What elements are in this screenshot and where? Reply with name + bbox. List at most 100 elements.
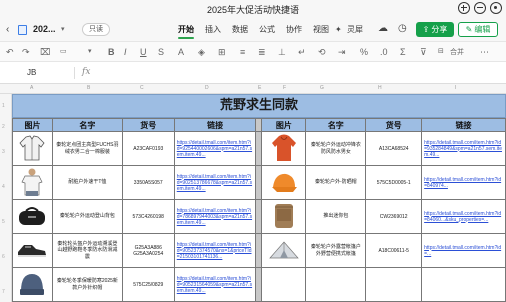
chevron-down-icon[interactable]: ▾ bbox=[61, 25, 65, 33]
sheet-banner-title[interactable]: 荒野求生同款 bbox=[12, 94, 506, 118]
product-code-cell[interactable]: A23CAF0193 bbox=[121, 131, 175, 166]
tab-collab[interactable]: 协作 bbox=[286, 24, 302, 39]
minimize-icon[interactable] bbox=[474, 2, 486, 14]
add-icon[interactable] bbox=[458, 2, 470, 14]
product-image-cell[interactable] bbox=[12, 165, 53, 200]
tab-home[interactable]: 开始 bbox=[178, 24, 194, 39]
row-1[interactable]: 1 bbox=[2, 103, 5, 109]
rotate-icon[interactable]: ⟲ bbox=[318, 47, 326, 58]
indent-icon[interactable]: ⇥ bbox=[338, 47, 346, 58]
product-image-cell[interactable] bbox=[12, 131, 53, 166]
bold-icon[interactable]: B bbox=[108, 47, 115, 57]
font-color-icon[interactable]: A bbox=[178, 47, 184, 57]
col-c[interactable]: C bbox=[140, 85, 144, 91]
row-5[interactable]: 5 bbox=[2, 219, 5, 225]
product-image-cell[interactable] bbox=[261, 267, 307, 302]
share-button[interactable]: ⇪ 分享 bbox=[416, 22, 454, 37]
wrap-icon[interactable]: ↵ bbox=[298, 47, 306, 58]
decimal-icon[interactable]: .0 bbox=[380, 47, 388, 57]
header-picture-left[interactable]: 图片 bbox=[12, 118, 53, 132]
header-name-left[interactable]: 名字 bbox=[51, 118, 123, 132]
product-code-cell[interactable] bbox=[365, 267, 423, 302]
merge-icon[interactable]: ⊟ bbox=[438, 47, 444, 55]
header-link-right[interactable]: 链接 bbox=[421, 118, 506, 132]
valign-icon[interactable]: ⊥ bbox=[278, 47, 286, 58]
format-painter-icon[interactable]: ⌧ bbox=[40, 47, 50, 58]
product-code-cell[interactable]: G25A3A886 G25A3A0254 bbox=[121, 233, 175, 268]
product-name-cell[interactable]: 耐脏户外速干T恤 bbox=[51, 165, 123, 200]
italic-icon[interactable]: I bbox=[124, 47, 127, 57]
col-a[interactable]: A bbox=[30, 85, 33, 91]
more-tools-icon[interactable]: ⋯ bbox=[480, 47, 489, 58]
product-name-cell[interactable]: 秦轮轮冬季保暖防寒2025新款户外针织帽 bbox=[51, 267, 123, 302]
product-image-cell[interactable] bbox=[261, 131, 307, 166]
align-left-icon[interactable]: ≡ bbox=[240, 47, 245, 57]
row-4[interactable]: 4 bbox=[2, 184, 5, 190]
header-code-left[interactable]: 货号 bbox=[121, 118, 175, 132]
row-2[interactable]: 2 bbox=[2, 124, 5, 130]
product-link-cell[interactable]: https://detail.tmall.com/item.htm?id=935… bbox=[421, 131, 506, 166]
product-link-cell[interactable]: https://detail.tmall.com/item.htm?id=905… bbox=[173, 267, 257, 302]
product-code-cell[interactable]: 573C4260198 bbox=[121, 199, 175, 234]
header-code-right[interactable]: 货号 bbox=[365, 118, 423, 132]
sum-icon[interactable]: Σ bbox=[400, 47, 406, 57]
product-name-cell[interactable]: 秦轮轮户外运动冲锋衣防风防水男女 bbox=[305, 131, 367, 166]
product-code-cell[interactable]: 575C25/0829 bbox=[121, 267, 175, 302]
product-link-cell[interactable]: https://detail.tmall.com/item.htm?id=786… bbox=[173, 199, 257, 234]
header-link-left[interactable]: 链接 bbox=[173, 118, 257, 132]
tab-formula[interactable]: 公式 bbox=[259, 24, 275, 39]
product-link-cell[interactable]: https://detail.tmall.com/item.htm?id=902… bbox=[173, 165, 257, 200]
history-icon[interactable]: ◷ bbox=[398, 23, 407, 34]
product-name-cell[interactable]: 秦轮轮户外-防晒帽 bbox=[305, 165, 367, 200]
product-code-cell[interactable]: CW2369012 bbox=[365, 199, 423, 234]
product-name-cell[interactable]: 秦轮轮户外露营帐篷户外野营便携式帐篷 bbox=[305, 233, 367, 268]
file-name[interactable]: 202... bbox=[33, 24, 56, 34]
product-name-cell[interactable]: 推出迷你包 bbox=[305, 199, 367, 234]
product-name-cell[interactable] bbox=[305, 267, 367, 302]
redo-icon[interactable]: ↷ bbox=[22, 47, 30, 58]
fx-icon[interactable]: fx bbox=[82, 67, 90, 77]
product-image-cell[interactable] bbox=[12, 199, 53, 234]
row-7[interactable]: 7 bbox=[2, 289, 5, 295]
col-h[interactable]: H bbox=[378, 85, 382, 91]
product-code-cell[interactable]: A18C00611-5 bbox=[365, 233, 423, 268]
product-image-cell[interactable] bbox=[261, 199, 307, 234]
underline-icon[interactable]: U bbox=[140, 47, 147, 57]
more-icon[interactable] bbox=[490, 2, 502, 14]
readonly-button[interactable]: 只读 bbox=[82, 23, 110, 36]
cell-reference[interactable]: JB bbox=[27, 68, 36, 77]
header-picture-right[interactable]: 图片 bbox=[261, 118, 307, 132]
header-name-right[interactable]: 名字 bbox=[305, 118, 367, 132]
product-link-cell[interactable]: https://detail.tmall.com/item.htm?id=840… bbox=[421, 165, 506, 200]
product-code-cell[interactable]: 3350A5S057 bbox=[121, 165, 175, 200]
product-name-cell[interactable]: 秦轮定点团主高型FUCHS羽绒衣男二合一棉服装 bbox=[51, 131, 123, 166]
fill-color-icon[interactable]: ◈ bbox=[198, 47, 205, 58]
product-code-cell[interactable]: 575C5D0005-1 bbox=[365, 165, 423, 200]
product-link-cell[interactable] bbox=[421, 267, 506, 302]
col-g[interactable]: G bbox=[320, 85, 324, 91]
product-code-cell[interactable]: A13CA68524 bbox=[365, 131, 423, 166]
align-center-icon[interactable]: ≣ bbox=[258, 47, 266, 58]
filter-icon[interactable]: ⊽ bbox=[420, 47, 427, 58]
product-link-cell[interactable]: https://detail.tmall.com/item.htm?id=840… bbox=[421, 199, 506, 234]
product-link-cell[interactable]: https://detail.tmall.com/item.htm?id=905… bbox=[173, 233, 257, 268]
undo-icon[interactable]: ↶ bbox=[6, 47, 14, 58]
font-size-icon[interactable]: ▭ bbox=[60, 47, 67, 55]
back-icon[interactable]: ‹ bbox=[6, 24, 9, 35]
tab-insert[interactable]: 插入 bbox=[205, 24, 221, 39]
product-name-cell[interactable]: 秦轮轮头盔户外运动溯溪登山越野跑鞋冬季防水防滑减震 bbox=[51, 233, 123, 268]
edit-button[interactable]: ✎ 编辑 bbox=[458, 22, 498, 37]
tab-data[interactable]: 数据 bbox=[232, 24, 248, 39]
col-i[interactable]: I bbox=[455, 85, 456, 91]
number-format-icon[interactable]: % bbox=[360, 47, 368, 57]
product-image-cell[interactable] bbox=[12, 233, 53, 268]
col-e[interactable]: E bbox=[258, 85, 261, 91]
col-f[interactable]: F bbox=[283, 85, 286, 91]
product-link-cell[interactable]: https://detail.tmall.com/item.htm?id=925… bbox=[173, 131, 257, 166]
col-b[interactable]: B bbox=[87, 85, 90, 91]
row-3[interactable]: 3 bbox=[2, 149, 5, 155]
strikethrough-icon[interactable]: S bbox=[158, 47, 164, 57]
cloud-icon[interactable]: ☁ bbox=[378, 23, 388, 34]
product-name-cell[interactable]: 秦轮轮户外运动登山背包 bbox=[51, 199, 123, 234]
merge-label[interactable]: 合并 bbox=[450, 47, 464, 57]
